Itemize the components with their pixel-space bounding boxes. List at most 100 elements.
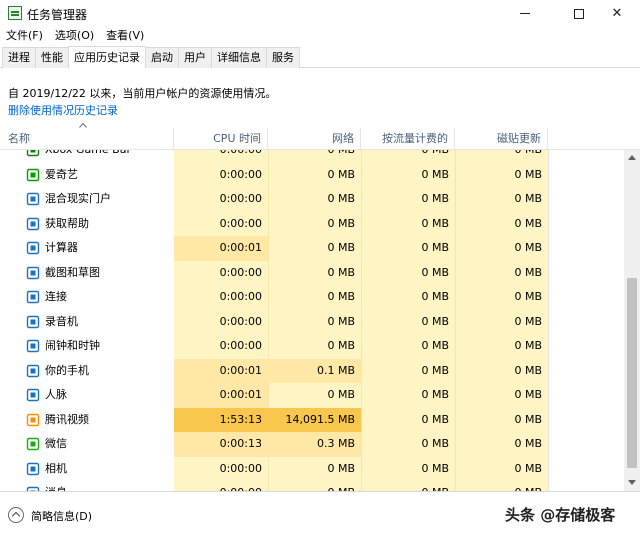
tile-updates-cell: 0 MB bbox=[514, 314, 542, 328]
column-header-metered-network[interactable]: 按流量计费的网... bbox=[361, 128, 455, 167]
tab-details[interactable]: 详细信息 bbox=[211, 47, 267, 68]
tab-app-history[interactable]: 应用历史记录 bbox=[68, 46, 146, 68]
network-cell: 14,091.5 MB bbox=[268, 407, 361, 432]
calculator-icon bbox=[26, 241, 40, 255]
table-row[interactable]: 混合现实门户 0:00:00 0 MB 0 MB 0 MB bbox=[0, 187, 624, 212]
app-name: 你的手机 bbox=[45, 363, 89, 377]
window-title: 任务管理器 bbox=[27, 8, 88, 22]
table-row[interactable]: 你的手机 0:00:01 0.1 MB 0 MB 0 MB bbox=[0, 358, 624, 383]
network-cell: 0.1 MB bbox=[268, 358, 361, 383]
chevron-up-circle-icon[interactable] bbox=[8, 507, 24, 523]
table-row[interactable]: 爱奇艺 0:00:00 0 MB 0 MB 0 MB bbox=[0, 163, 624, 188]
menu-view[interactable]: 查看(V) bbox=[100, 27, 150, 45]
task-manager-icon bbox=[8, 6, 22, 20]
cpu-time-cell: 0:00:01 bbox=[174, 236, 268, 261]
scroll-up-arrow-icon[interactable] bbox=[628, 155, 636, 160]
table-row[interactable]: 截图和草图 0:00:00 0 MB 0 MB 0 MB bbox=[0, 261, 624, 286]
tencent-video-icon bbox=[26, 413, 40, 427]
people-icon bbox=[26, 388, 40, 402]
cpu-time-cell: 1:53:13 bbox=[174, 407, 268, 432]
tab-startup[interactable]: 启动 bbox=[145, 47, 179, 68]
table-row[interactable]: 获取帮助 0:00:00 0 MB 0 MB 0 MB bbox=[0, 212, 624, 237]
metered-network-cell: 0 MB bbox=[361, 150, 455, 163]
metered-network-cell: 0 MB bbox=[421, 167, 449, 181]
app-name: 混合现实门户 bbox=[45, 192, 111, 205]
alarm-clock-icon bbox=[26, 339, 40, 353]
table-row[interactable]: Xbox Game Bar0:00:000 MB0 MB0 MB bbox=[0, 150, 624, 163]
title-bar[interactable]: 任务管理器 ✕ bbox=[0, 0, 640, 27]
tile-updates-cell: 0 MB bbox=[455, 150, 548, 163]
phone-icon bbox=[26, 364, 40, 378]
tab-services[interactable]: 服务 bbox=[266, 47, 300, 68]
network-cell: 0 MB bbox=[327, 314, 355, 328]
metered-network-cell: 0 MB bbox=[421, 265, 449, 279]
app-name: 计算器 bbox=[45, 241, 78, 254]
minimize-button[interactable] bbox=[502, 0, 548, 27]
column-header-cpu-time[interactable]: CPU 时间 bbox=[174, 128, 268, 150]
cpu-time-cell: 0:00:00 bbox=[219, 461, 262, 475]
network-cell: 0 MB bbox=[327, 388, 355, 401]
snip-sketch-icon bbox=[26, 266, 40, 280]
camera-icon bbox=[26, 462, 40, 476]
connect-icon bbox=[26, 290, 40, 304]
table-row[interactable]: 计算器 0:00:01 0 MB 0 MB 0 MB bbox=[0, 236, 624, 261]
close-button[interactable]: ✕ bbox=[594, 0, 640, 27]
table-row[interactable]: 录音机 0:00:00 0 MB 0 MB 0 MB bbox=[0, 310, 624, 335]
column-header-name[interactable]: 名称 bbox=[0, 128, 174, 150]
tile-updates-cell: 0 MB bbox=[514, 388, 542, 401]
tile-updates-cell: 0 MB bbox=[514, 265, 542, 279]
menu-file[interactable]: 文件(F) bbox=[0, 27, 49, 45]
table-row[interactable]: 相机 0:00:00 0 MB 0 MB 0 MB bbox=[0, 457, 624, 482]
metered-network-cell: 0 MB bbox=[421, 290, 449, 303]
xbox-icon bbox=[26, 150, 40, 157]
table-row[interactable]: 微信 0:00:13 0.3 MB 0 MB 0 MB bbox=[0, 432, 624, 457]
app-name: 微信 bbox=[45, 437, 67, 450]
tile-updates-cell: 0 MB bbox=[514, 363, 542, 377]
tile-updates-cell: 0 MB bbox=[514, 437, 542, 450]
cpu-time-cell: 0:00:01 bbox=[174, 358, 268, 383]
column-header-network[interactable]: 网络 bbox=[268, 128, 361, 150]
metered-network-cell: 0 MB bbox=[361, 481, 455, 491]
tile-updates-cell: 0 MB bbox=[514, 461, 542, 475]
app-name: 消息 bbox=[45, 481, 67, 491]
delete-usage-history-link[interactable]: 删除使用情况历史记录 bbox=[8, 102, 118, 118]
tile-updates-cell: 0 MB bbox=[514, 192, 542, 205]
recorder-icon bbox=[26, 315, 40, 329]
app-name: 录音机 bbox=[45, 314, 78, 328]
table-row[interactable]: 闹钟和时钟 0:00:00 0 MB 0 MB 0 MB bbox=[0, 334, 624, 359]
tile-updates-cell: 0 MB bbox=[514, 339, 542, 352]
metered-network-cell: 0 MB bbox=[421, 412, 449, 426]
app-name: Xbox Game Bar bbox=[45, 150, 131, 163]
fewer-details-button[interactable]: 简略信息(D) bbox=[31, 508, 92, 524]
tile-updates-cell: 0 MB bbox=[514, 216, 542, 230]
tab-processes[interactable]: 进程 bbox=[2, 47, 36, 68]
help-icon bbox=[26, 217, 40, 231]
table-row[interactable]: 腾讯视频 1:53:13 14,091.5 MB 0 MB 0 MB bbox=[0, 407, 624, 432]
metered-network-cell: 0 MB bbox=[421, 461, 449, 475]
cpu-time-cell: 0:00:00 bbox=[219, 192, 262, 205]
table-row[interactable]: 连接 0:00:00 0 MB 0 MB 0 MB bbox=[0, 285, 624, 310]
mixed-reality-icon bbox=[26, 192, 40, 206]
tab-users[interactable]: 用户 bbox=[178, 47, 212, 68]
cpu-time-cell: 0:00:00 bbox=[219, 167, 262, 181]
cpu-time-cell: 0:00:13 bbox=[174, 432, 268, 457]
vertical-scrollbar[interactable] bbox=[624, 150, 640, 491]
tile-updates-cell: 0 MB bbox=[514, 167, 542, 181]
column-header-tile-updates[interactable]: 磁贴更新 bbox=[455, 128, 548, 150]
app-name: 闹钟和时钟 bbox=[45, 339, 100, 352]
menu-options[interactable]: 选项(O) bbox=[49, 27, 100, 45]
network-cell: 0.3 MB bbox=[268, 432, 361, 457]
scroll-down-arrow-icon[interactable] bbox=[628, 480, 636, 485]
table-row[interactable]: 消息0:00:000 MB0 MB0 MB bbox=[0, 481, 624, 491]
iqiyi-icon bbox=[26, 168, 40, 182]
app-name: 截图和草图 bbox=[45, 265, 100, 279]
table-row[interactable]: 人脉 0:00:01 0 MB 0 MB 0 MB bbox=[0, 383, 624, 408]
app-history-table: Xbox Game Bar0:00:000 MB0 MB0 MB爱奇艺0:00:… bbox=[0, 150, 624, 491]
scroll-thumb[interactable] bbox=[627, 278, 637, 468]
minimize-icon bbox=[520, 13, 530, 14]
tab-performance[interactable]: 性能 bbox=[35, 47, 69, 68]
cpu-time-cell: 0:00:00 bbox=[219, 339, 262, 352]
network-cell: 0 MB bbox=[268, 481, 361, 491]
tile-updates-cell: 0 MB bbox=[455, 481, 548, 491]
cpu-time-cell: 0:00:00 bbox=[219, 265, 262, 279]
